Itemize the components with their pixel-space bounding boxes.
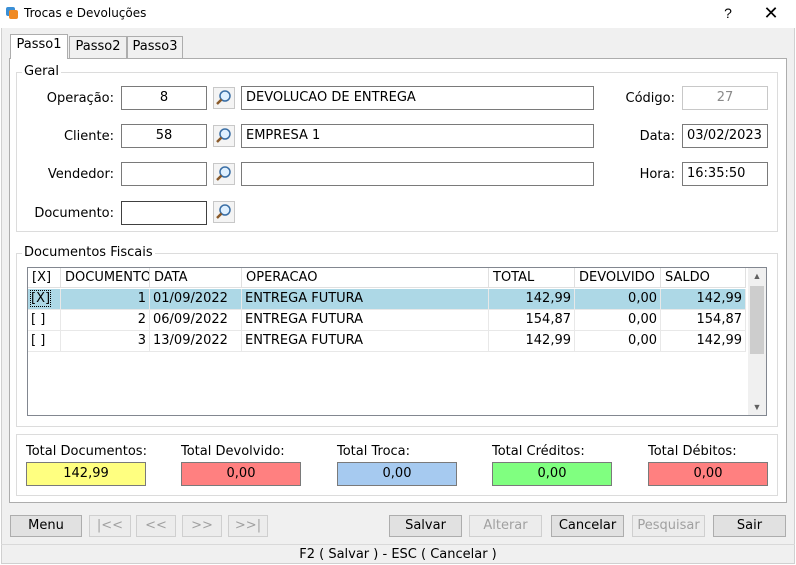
vendedor-description-field[interactable]	[241, 162, 594, 186]
column-header-devolvido[interactable]: DEVOLVIDO	[575, 268, 661, 288]
magnifier-icon	[216, 90, 231, 105]
vendedor-search-button[interactable]	[213, 163, 235, 185]
row-devolvido-cell: 0,00	[575, 331, 661, 352]
help-button[interactable]: ?	[714, 3, 742, 25]
row-saldo-cell: 142,99	[661, 289, 746, 310]
app-icon	[6, 7, 18, 19]
row-check-cell[interactable]: [ ]	[28, 310, 61, 331]
column-header-total[interactable]: TOTAL	[489, 268, 575, 288]
operacao-description-field[interactable]: DEVOLUCAO DE ENTREGA	[241, 86, 594, 110]
vendedor-label: Vendedor:	[47, 167, 114, 182]
total-devolvido-value: 0,00	[181, 462, 301, 486]
operacao-code-field[interactable]: 8	[121, 86, 207, 110]
row-total-cell: 142,99	[489, 289, 575, 310]
row-check-cell[interactable]: [ ]	[28, 331, 61, 352]
window-title: Trocas e Devoluções	[24, 6, 147, 20]
documento-search-button[interactable]	[213, 201, 235, 223]
magnifier-icon	[216, 166, 231, 181]
last-record-button[interactable]: >>|	[228, 515, 268, 537]
hora-label: Hora:	[639, 167, 675, 182]
documentos-group-title: Documentos Fiscais	[22, 245, 155, 260]
cancelar-button[interactable]: Cancelar	[551, 515, 624, 537]
row-devolvido-cell: 0,00	[575, 289, 661, 310]
total-documentos-value: 142,99	[26, 462, 146, 486]
total-troca-label: Total Troca:	[337, 444, 411, 459]
operacao-label: Operação:	[46, 91, 114, 106]
codigo-field: 27	[682, 86, 768, 110]
row-documento-cell: 1	[61, 289, 150, 310]
row-total-cell: 142,99	[489, 331, 575, 352]
sair-button[interactable]: Sair	[713, 515, 786, 537]
total-devolvido-label: Total Devolvido:	[181, 444, 285, 459]
row-devolvido-cell: 0,00	[575, 310, 661, 331]
cliente-label: Cliente:	[63, 129, 114, 144]
row-documento-cell: 2	[61, 310, 150, 331]
geral-group-title: Geral	[22, 64, 61, 79]
row-saldo-cell: 142,99	[661, 331, 746, 352]
row-operacao-cell: ENTREGA FUTURA	[242, 310, 489, 331]
scroll-thumb[interactable]	[750, 286, 764, 354]
previous-record-button[interactable]: <<	[136, 515, 176, 537]
total-debitos-label: Total Débitos:	[648, 444, 737, 459]
column-header-check[interactable]: [X]	[28, 268, 61, 288]
row-data-cell: 13/09/2022	[150, 331, 242, 352]
total-troca-value: 0,00	[337, 462, 457, 486]
scroll-down-icon[interactable]: ▼	[748, 399, 766, 415]
documentos-grid[interactable]: [X] DOCUMENTO DATA OPERACAO TOTAL DEVOLV…	[27, 267, 767, 416]
magnifier-icon	[216, 128, 231, 143]
column-header-saldo[interactable]: SALDO	[661, 268, 746, 288]
column-header-operacao[interactable]: OPERACAO	[242, 268, 489, 288]
row-check[interactable]: [X]	[29, 290, 52, 307]
alterar-button[interactable]: Alterar	[469, 515, 542, 537]
data-field[interactable]: 03/02/2023	[682, 124, 768, 148]
row-data-cell: 06/09/2022	[150, 310, 242, 331]
data-label: Data:	[639, 129, 675, 144]
cliente-description-field[interactable]: EMPRESA 1	[241, 124, 594, 148]
table-row[interactable]: [X] 1 01/09/2022 ENTREGA FUTURA 142,99 0…	[28, 289, 746, 310]
documento-label: Documento:	[34, 206, 114, 221]
codigo-label: Código:	[625, 91, 675, 106]
total-creditos-value: 0,00	[492, 462, 612, 486]
row-saldo-cell: 154,87	[661, 310, 746, 331]
tab-passo1[interactable]: Passo1	[10, 34, 68, 59]
row-documento-cell: 3	[61, 331, 150, 352]
cliente-search-button[interactable]	[213, 125, 235, 147]
total-creditos-label: Total Créditos:	[492, 444, 585, 459]
grid-scrollbar[interactable]: ▲ ▼	[748, 268, 766, 415]
menu-button[interactable]: Menu	[10, 515, 82, 537]
row-operacao-cell: ENTREGA FUTURA	[242, 289, 489, 310]
tab-passo2[interactable]: Passo2	[69, 36, 127, 58]
table-row[interactable]: [ ] 3 13/09/2022 ENTREGA FUTURA 142,99 0…	[28, 331, 746, 352]
status-bar: F2 ( Salvar ) - ESC ( Cancelar )	[1, 544, 795, 564]
magnifier-icon	[216, 204, 231, 219]
cliente-code-field[interactable]: 58	[121, 124, 207, 148]
tab-passo3[interactable]: Passo3	[127, 36, 183, 58]
close-button[interactable]: ✕	[756, 3, 786, 25]
scroll-up-icon[interactable]: ▲	[748, 268, 766, 284]
next-record-button[interactable]: >>	[182, 515, 222, 537]
total-debitos-value: 0,00	[648, 462, 768, 486]
column-header-documento[interactable]: DOCUMENTO	[61, 268, 150, 288]
row-total-cell: 154,87	[489, 310, 575, 331]
documento-field[interactable]	[121, 201, 207, 225]
vendedor-code-field[interactable]	[121, 162, 207, 186]
total-documentos-label: Total Documentos:	[26, 444, 147, 459]
pesquisar-button[interactable]: Pesquisar	[632, 515, 705, 537]
row-check-cell[interactable]: [X]	[28, 289, 61, 310]
operacao-search-button[interactable]	[213, 87, 235, 109]
row-operacao-cell: ENTREGA FUTURA	[242, 331, 489, 352]
hora-field[interactable]: 16:35:50	[682, 162, 768, 186]
first-record-button[interactable]: |<<	[89, 515, 131, 537]
table-row[interactable]: [ ] 2 06/09/2022 ENTREGA FUTURA 154,87 0…	[28, 310, 746, 331]
row-data-cell: 01/09/2022	[150, 289, 242, 310]
column-header-data[interactable]: DATA	[150, 268, 242, 288]
salvar-button[interactable]: Salvar	[389, 515, 462, 537]
